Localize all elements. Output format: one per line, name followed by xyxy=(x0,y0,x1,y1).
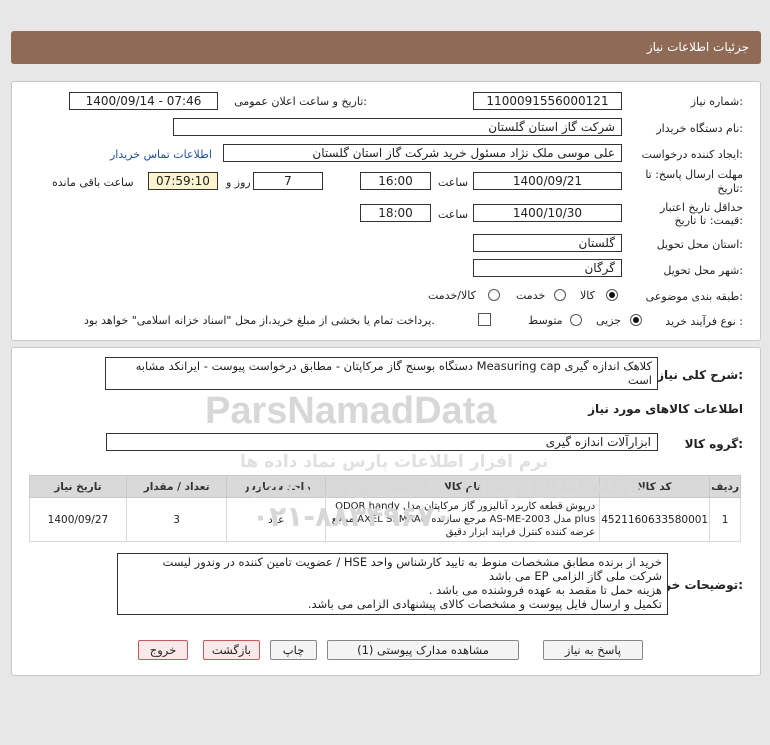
cell-name-line-1: درپوش قطعه کاربرد آنالیزور گاز مرکاپتان … xyxy=(335,501,596,512)
category-service-radio[interactable] xyxy=(554,289,566,301)
validity-time-field: 18:00 xyxy=(360,204,431,222)
back-button[interactable]: بازگشت xyxy=(203,640,260,660)
cell-name-line-2: plus مدل AS-ME-2003 مرجع سازنده AXEL SEM… xyxy=(331,514,596,525)
goods-table: ردیف کد کالا نام کالا واحد شمارش تعداد /… xyxy=(29,475,741,542)
treasury-payment-checkbox[interactable] xyxy=(478,313,491,326)
remaining-time-field: 07:59:10 xyxy=(148,172,218,190)
cell-date: 1400/09/27 xyxy=(29,497,127,542)
process-medium-label: متوسط xyxy=(528,314,563,327)
cell-unit: عدد xyxy=(226,497,326,542)
creator-label: ایجاد کننده درخواست: xyxy=(641,148,743,161)
buyer-org-label: نام دستگاه خریدار: xyxy=(656,122,743,135)
page-header: جزئیات اطلاعات نیاز xyxy=(11,31,761,64)
days-label: روز و xyxy=(226,176,251,189)
buyer-contact-link[interactable]: اطلاعات تماس خریدار xyxy=(110,148,212,161)
table-header-row: ردیف کد کالا نام کالا واحد شمارش تعداد /… xyxy=(29,475,741,498)
summary-label: شرح کلی نیاز: xyxy=(657,368,743,382)
col-row-header: ردیف xyxy=(709,475,741,498)
category-goods-label: کالا xyxy=(580,289,595,302)
city-label: شهر محل تحویل: xyxy=(663,264,743,277)
cell-name: درپوش قطعه کاربرد آنالیزور گاز مرکاپتان … xyxy=(324,497,601,542)
col-code-header: کد کالا xyxy=(599,475,711,498)
category-goods-service-label: کالا/خدمت xyxy=(428,289,476,302)
deadline-label: مهلت ارسال پاسخ: تا xyxy=(645,168,743,181)
buyer-note-line-4: تکمیل و ارسال فایل پیوست و مشخصات کالای … xyxy=(307,597,662,611)
table-row[interactable]: 1 4521160633580001 درپوش قطعه کاربرد آنا… xyxy=(29,497,741,542)
category-service-label: خدمت xyxy=(516,289,546,302)
exit-button[interactable]: خروج xyxy=(138,640,188,660)
cell-name-line-3: عرضه کننده کنترل فرایند ابزار دقیق xyxy=(445,527,596,538)
category-goods-radio[interactable] xyxy=(606,289,618,301)
deadline-label-2: تاریخ: xyxy=(717,182,743,195)
cell-code: 4521160633580001 xyxy=(599,497,711,542)
category-goods-service-radio[interactable] xyxy=(488,289,500,301)
cell-qty: 3 xyxy=(125,497,228,542)
deadline-date-field: 1400/09/21 xyxy=(473,172,622,190)
cell-row: 1 xyxy=(709,497,741,542)
process-medium-radio[interactable] xyxy=(570,314,582,326)
announce-date-field: 1400/09/14 - 07:46 xyxy=(69,92,218,110)
validity-date-field: 1400/10/30 xyxy=(473,204,622,222)
need-number-label: شماره نیاز: xyxy=(690,95,743,108)
col-qty-header: تعداد / مقدار xyxy=(125,475,228,498)
treasury-payment-label: پرداخت تمام یا بخشی از مبلغ خرید،از محل … xyxy=(84,314,435,327)
buyer-note-line-1: خرید از برنده مطابق مشخصات منوط به تایید… xyxy=(162,555,662,569)
reply-button[interactable]: پاسخ به نیاز xyxy=(543,640,643,660)
process-minor-label: جزیی xyxy=(596,314,622,327)
goods-info-title: اطلاعات کالاهای مورد نیاز xyxy=(588,402,743,416)
announce-date-label: تاریخ و ساعت اعلان عمومی: xyxy=(234,95,367,108)
province-field: گلستان xyxy=(473,234,622,252)
city-field: گرگان xyxy=(473,259,622,277)
buyer-org-field: شرکت گاز استان گلستان xyxy=(173,118,622,136)
deadline-time-field: 16:00 xyxy=(360,172,431,190)
category-label: طبقه بندی موضوعی: xyxy=(645,290,743,303)
process-type-label: نوع فرآیند خرید : xyxy=(665,315,743,328)
validity-label-2: قیمت: تا تاریخ: xyxy=(674,214,743,227)
buyer-notes-box: خرید از برنده مطابق مشخصات منوط به تایید… xyxy=(117,553,668,615)
validity-hour-label: ساعت xyxy=(438,208,468,221)
deadline-hour-label: ساعت xyxy=(438,176,468,189)
view-attachments-button[interactable]: مشاهده مدارک پیوستی (1) xyxy=(327,640,519,660)
print-button[interactable]: چاپ xyxy=(270,640,317,660)
creator-field: علی موسی ملک نژاد مسئول خرید شرکت گاز اس… xyxy=(223,144,622,162)
summary-text-box: کلاهک اندازه گیری Measuring cap دستگاه ب… xyxy=(105,357,658,390)
need-number-field: 1100091556000121 xyxy=(473,92,622,110)
buyer-note-line-2: شرکت ملی گاز الزامی EP می باشد xyxy=(488,569,662,583)
col-unit-header: واحد شمارش xyxy=(226,475,326,498)
goods-group-label: گروه کالا: xyxy=(684,437,743,451)
process-minor-radio[interactable] xyxy=(630,314,642,326)
remaining-label: ساعت باقی مانده xyxy=(52,176,134,189)
page-title: جزئیات اطلاعات نیاز xyxy=(646,40,749,54)
days-field: 7 xyxy=(253,172,323,190)
province-label: استان محل تحویل: xyxy=(656,238,743,251)
goods-group-field: ابزارآلات اندازه گیری xyxy=(106,433,658,451)
buyer-note-line-3: هزینه حمل تا مقصد به عهده فروشنده می باش… xyxy=(428,583,662,597)
col-date-header: تاریخ نیاز xyxy=(29,475,127,498)
col-name-header: نام کالا xyxy=(324,475,601,498)
validity-label: حداقل تاریخ اعتبار xyxy=(659,201,743,214)
